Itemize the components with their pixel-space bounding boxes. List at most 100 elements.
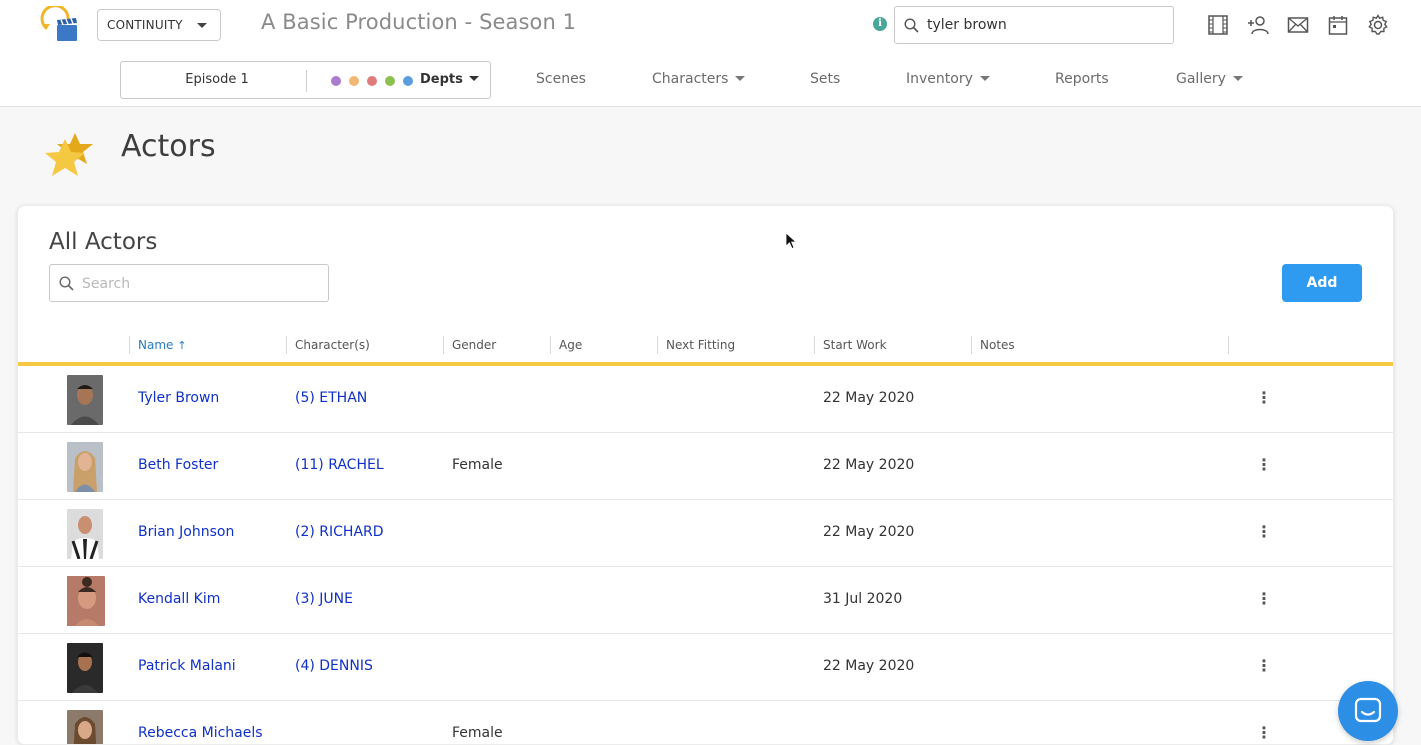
column-header-next-fitting[interactable]: Next Fitting <box>657 336 735 354</box>
nav-sets[interactable]: Sets <box>810 71 840 87</box>
more-options-icon[interactable]: ⋮ <box>1256 453 1272 477</box>
table-header: Name ↑ Character(s) Gender Age Next Fitti… <box>18 328 1393 366</box>
chevron-down-icon <box>979 76 990 81</box>
dept-dot <box>403 76 413 86</box>
avatar <box>67 509 103 559</box>
gear-icon[interactable] <box>1366 13 1390 37</box>
table-row[interactable]: Beth Foster (11) RACHEL Female 22 May 20… <box>18 433 1393 500</box>
search-icon <box>59 276 74 291</box>
depts-label: Depts <box>420 72 463 87</box>
actor-name-link[interactable]: Tyler Brown <box>138 390 219 406</box>
column-label: Start Work <box>823 338 887 352</box>
character-link[interactable]: (2) RICHARD <box>295 524 384 540</box>
chevron-down-icon <box>1232 76 1243 81</box>
divider <box>1228 336 1229 354</box>
table-row[interactable]: Patrick Malani (4) DENNIS 22 May 2020 ⋮ <box>18 634 1393 701</box>
global-search-input[interactable] <box>927 15 1162 35</box>
character-link[interactable]: (11) RACHEL <box>295 457 384 473</box>
nav-scenes[interactable]: Scenes <box>536 71 586 87</box>
table-row[interactable]: Kendall Kim (3) JUNE 31 Jul 2020 ⋮ <box>18 567 1393 634</box>
column-label: Next Fitting <box>666 338 736 352</box>
nav-label: Sets <box>810 71 841 87</box>
avatar <box>67 643 103 693</box>
dept-dot <box>367 76 377 86</box>
dept-dot <box>331 76 341 86</box>
table-row[interactable]: Rebecca Michaels Female ⋮ <box>18 701 1393 744</box>
avatar <box>67 442 103 492</box>
nav-label: Scenes <box>536 71 586 87</box>
divider <box>306 70 307 92</box>
app-switcher-dropdown[interactable]: CONTINUITY <box>97 9 221 41</box>
chevron-down-icon <box>735 76 746 81</box>
character-link[interactable]: (4) DENNIS <box>295 658 373 674</box>
global-search-box[interactable] <box>894 6 1174 44</box>
actors-card: All Actors Add Name↑ Character(s) Gender… <box>17 205 1394 745</box>
page-title: Actors <box>121 129 216 164</box>
add-user-icon[interactable] <box>1246 13 1270 37</box>
search-icon <box>904 18 919 33</box>
column-header-name[interactable]: Name ↑ <box>129 336 187 354</box>
start-work-value: 22 May 2020 <box>823 457 915 473</box>
production-title: A Basic Production - Season 1 <box>261 10 577 34</box>
column-label: Age <box>559 338 583 352</box>
app-switcher-label: CONTINUITY <box>107 18 183 32</box>
dept-dot <box>349 76 359 86</box>
more-options-icon[interactable]: ⋮ <box>1256 654 1272 678</box>
chat-icon <box>1354 697 1382 723</box>
nav-inventory[interactable]: Inventory <box>906 71 990 87</box>
table-search-box[interactable] <box>49 264 329 302</box>
continuity-logo-icon[interactable] <box>38 6 80 44</box>
sort-ascending-icon: ↑ <box>177 339 187 352</box>
film-icon[interactable] <box>1206 13 1230 37</box>
character-link[interactable]: (3) JUNE <box>295 591 353 607</box>
card-title: All Actors <box>49 229 158 255</box>
avatar <box>67 375 103 425</box>
actor-name-link[interactable]: Beth Foster <box>138 457 218 473</box>
chevron-down-icon <box>197 23 207 28</box>
depts-dropdown[interactable]: Depts <box>420 62 479 98</box>
column-label: Character(s) <box>295 338 370 352</box>
start-work-value: 22 May 2020 <box>823 390 915 406</box>
nav-label: Gallery <box>1176 71 1226 87</box>
character-link[interactable]: (5) ETHAN <box>295 390 367 406</box>
more-options-icon[interactable]: ⋮ <box>1256 386 1272 410</box>
more-options-icon[interactable]: ⋮ <box>1256 721 1272 744</box>
table-row[interactable]: Brian Johnson (2) RICHARD 22 May 2020 ⋮ <box>18 500 1393 567</box>
top-bar: CONTINUITY A Basic Production - Season 1… <box>0 0 1421 107</box>
table-search-input[interactable] <box>82 274 317 294</box>
actor-name-link[interactable]: Patrick Malani <box>138 658 236 674</box>
column-label: Name <box>138 338 174 352</box>
nav-gallery[interactable]: Gallery <box>1176 71 1243 87</box>
info-icon[interactable]: i <box>873 17 887 31</box>
actor-name-link[interactable]: Kendall Kim <box>138 591 220 607</box>
episode-selector[interactable]: Episode 1 Depts <box>120 61 491 99</box>
chat-launcher-button[interactable] <box>1338 681 1398 741</box>
calendar-icon[interactable] <box>1326 13 1350 37</box>
more-options-icon[interactable]: ⋮ <box>1256 587 1272 611</box>
avatar <box>67 576 105 626</box>
add-actor-button[interactable]: Add <box>1282 264 1362 302</box>
mail-icon[interactable] <box>1286 13 1310 37</box>
column-header-age[interactable]: Age <box>550 336 582 354</box>
avatar <box>67 710 103 744</box>
table-row[interactable]: Tyler Brown (5) ETHAN 22 May 2020 ⋮ <box>18 366 1393 433</box>
column-header-notes[interactable]: Notes <box>971 336 1015 354</box>
column-label: Notes <box>980 338 1015 352</box>
nav-label: Inventory <box>906 71 973 87</box>
episode-label[interactable]: Episode 1 <box>121 62 313 98</box>
start-work-value: 22 May 2020 <box>823 658 915 674</box>
column-header-gender[interactable]: Gender <box>443 336 496 354</box>
nav-label: Reports <box>1055 71 1109 87</box>
actor-name-link[interactable]: Rebecca Michaels <box>138 725 263 741</box>
column-label: Gender <box>452 338 497 352</box>
more-options-icon[interactable]: ⋮ <box>1256 520 1272 544</box>
chevron-down-icon <box>468 76 479 81</box>
dept-dot <box>385 76 395 86</box>
nav-label: Characters <box>652 71 729 87</box>
mouse-cursor-icon <box>785 232 797 250</box>
actor-name-link[interactable]: Brian Johnson <box>138 524 234 540</box>
nav-characters[interactable]: Characters <box>652 71 746 87</box>
column-header-characters[interactable]: Character(s) <box>286 336 370 354</box>
column-header-start-work[interactable]: Start Work <box>814 336 887 354</box>
nav-reports[interactable]: Reports <box>1055 71 1109 87</box>
